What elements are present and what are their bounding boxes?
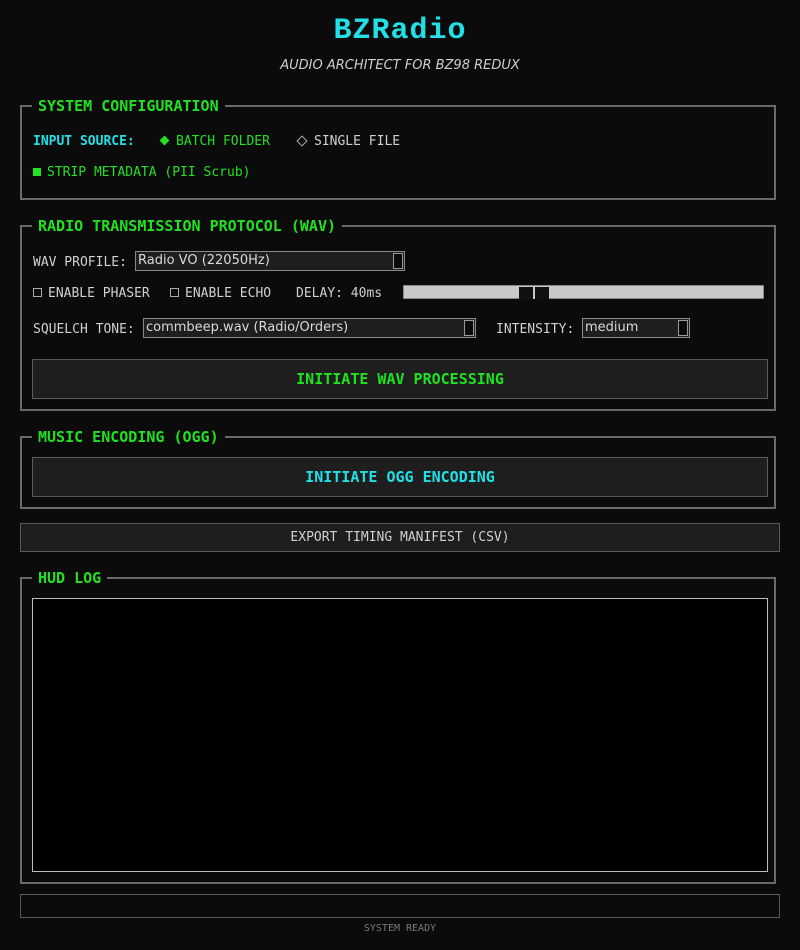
intensity-select[interactable]: medium <box>582 318 690 338</box>
checkbox-unchecked-icon <box>170 288 179 297</box>
hud-log-legend: HUD LOG <box>32 567 108 589</box>
delay-slider[interactable] <box>403 285 764 299</box>
intensity-label: INTENSITY: <box>496 322 575 337</box>
wav-profile-select[interactable]: Radio VO (22050Hz) <box>135 251 405 271</box>
checkbox-unchecked-icon <box>33 288 42 297</box>
music-encoding-legend: MUSIC ENCODING (OGG) <box>32 426 225 448</box>
dropdown-arrow-icon <box>464 320 474 336</box>
single-file-label: SINGLE FILE <box>314 134 401 149</box>
checkbox-checked-icon <box>33 167 41 176</box>
radio-selected-icon <box>159 135 170 146</box>
system-configuration-legend: SYSTEM CONFIGURATION <box>32 95 225 117</box>
progress-bar <box>20 894 780 918</box>
enable-phaser-checkbox[interactable]: ENABLE PHASER <box>33 286 150 301</box>
delay-label: DELAY: 40ms <box>296 286 383 301</box>
strip-metadata-label: STRIP METADATA (PII Scrub) <box>47 165 251 180</box>
radio-protocol-legend: RADIO TRANSMISSION PROTOCOL (WAV) <box>32 215 343 237</box>
enable-echo-label: ENABLE ECHO <box>185 286 272 301</box>
initiate-wav-processing-button[interactable]: INITIATE WAV PROCESSING <box>32 359 768 399</box>
radio-unselected-icon <box>296 134 308 147</box>
wav-profile-label: WAV PROFILE: <box>33 255 127 270</box>
initiate-ogg-encoding-button[interactable]: INITIATE OGG ENCODING <box>32 457 768 497</box>
enable-echo-checkbox[interactable]: ENABLE ECHO <box>170 286 271 301</box>
batch-folder-label: BATCH FOLDER <box>176 134 270 149</box>
input-source-label: INPUT SOURCE: <box>33 134 135 149</box>
hud-log-output[interactable] <box>32 598 768 872</box>
radio-protocol-panel: RADIO TRANSMISSION PROTOCOL (WAV) WAV PR… <box>20 215 776 411</box>
batch-folder-radio[interactable]: BATCH FOLDER <box>159 134 270 149</box>
enable-phaser-label: ENABLE PHASER <box>48 286 150 301</box>
squelch-tone-value: commbeep.wav (Radio/Orders) <box>146 320 349 335</box>
wav-profile-value: Radio VO (22050Hz) <box>138 253 270 268</box>
dropdown-arrow-icon <box>678 320 688 336</box>
intensity-value: medium <box>585 320 639 335</box>
dropdown-arrow-icon <box>393 253 403 269</box>
delay-slider-thumb[interactable] <box>519 287 549 299</box>
app-subtitle: AUDIO ARCHITECT FOR BZ98 REDUX <box>280 58 520 73</box>
export-timing-manifest-button[interactable]: EXPORT TIMING MANIFEST (CSV) <box>20 523 780 552</box>
strip-metadata-checkbox[interactable]: STRIP METADATA (PII Scrub) <box>33 165 251 180</box>
squelch-tone-label: SQUELCH TONE: <box>33 322 135 337</box>
app-title: BZRadio <box>333 14 467 48</box>
system-configuration-panel: SYSTEM CONFIGURATION INPUT SOURCE: BATCH… <box>20 95 776 200</box>
music-encoding-panel: MUSIC ENCODING (OGG) INITIATE OGG ENCODI… <box>20 426 776 509</box>
single-file-radio[interactable]: SINGLE FILE <box>296 134 401 149</box>
squelch-tone-select[interactable]: commbeep.wav (Radio/Orders) <box>143 318 476 338</box>
hud-log-panel: HUD LOG <box>20 567 776 884</box>
status-text: SYSTEM READY <box>363 923 437 934</box>
